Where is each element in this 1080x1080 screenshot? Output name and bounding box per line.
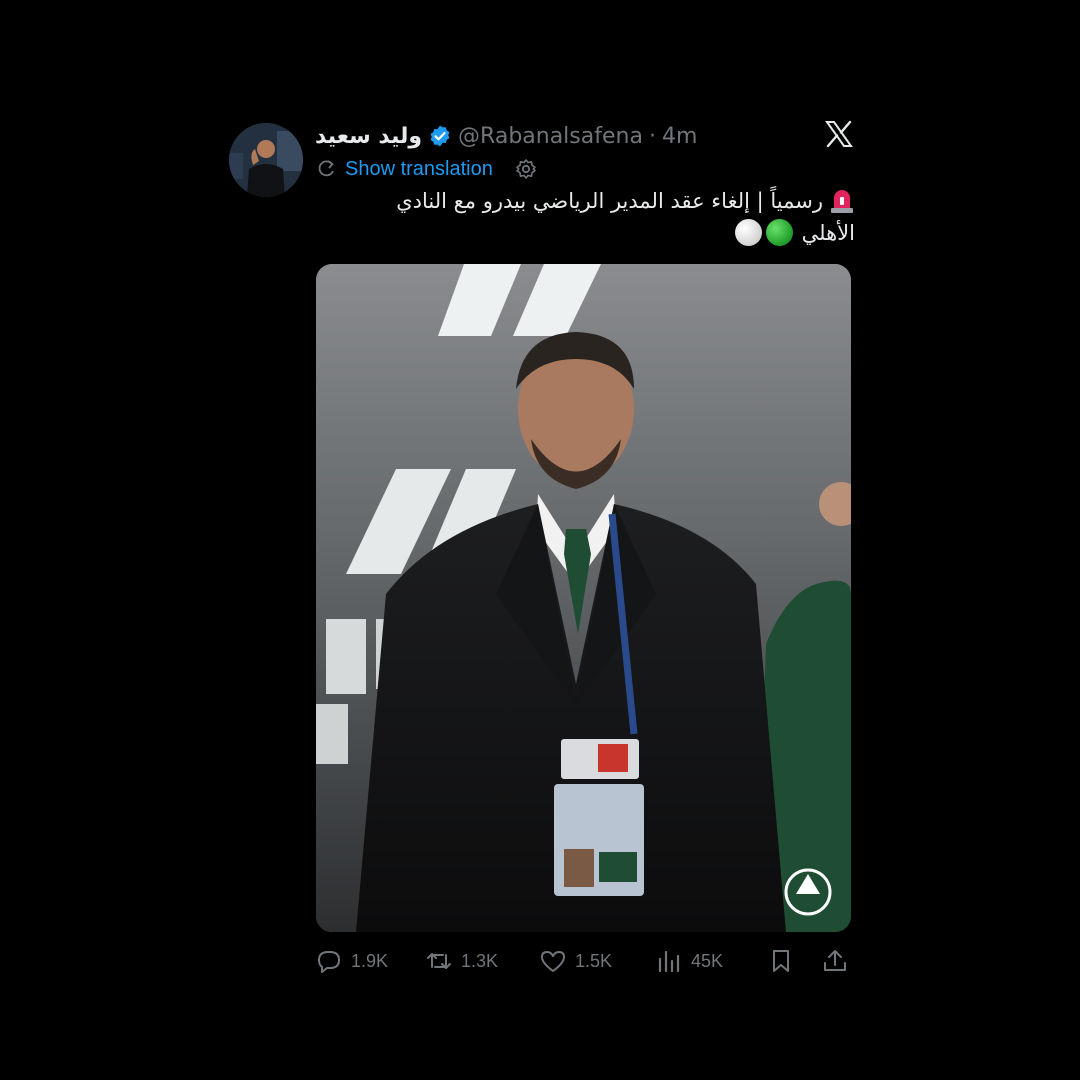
- tweet-text-line-2: الأهلي: [315, 217, 855, 249]
- user-handle[interactable]: @Rabanalsafena: [458, 124, 643, 149]
- avatar[interactable]: [229, 123, 303, 197]
- tweet-actions-bar: 1.9K 1.3K 1.5K 45K: [315, 945, 855, 977]
- share-button[interactable]: [821, 947, 849, 975]
- green-circle-emoji-icon: [765, 219, 793, 246]
- tweet-text-line-1: رسمياً | إلغاء عقد المدير الرياضي بيدرو …: [315, 185, 855, 217]
- x-logo-icon[interactable]: [824, 119, 854, 149]
- tweet-text: رسمياً | إلغاء عقد المدير الرياضي بيدرو …: [315, 185, 855, 249]
- translation-row: Show translation: [315, 154, 537, 184]
- show-translation-link[interactable]: Show translation: [345, 158, 493, 181]
- like-button[interactable]: 1.5K: [539, 947, 612, 975]
- display-name[interactable]: وليد سعيد: [315, 124, 422, 149]
- tweet-header: وليد سعيد @Rabanalsafena · 4m: [315, 119, 855, 153]
- translate-icon: [315, 158, 337, 180]
- reply-count: 1.9K: [351, 950, 389, 971]
- bookmark-button[interactable]: [767, 947, 795, 975]
- gear-icon[interactable]: [515, 158, 537, 180]
- bookmark-icon: [767, 947, 795, 975]
- retweet-count: 1.3K: [461, 950, 499, 971]
- like-count: 1.5K: [575, 950, 613, 971]
- views-button[interactable]: 45K: [655, 947, 723, 975]
- reply-button[interactable]: 1.9K: [315, 947, 388, 975]
- retweet-icon: [425, 947, 453, 975]
- reply-icon: [315, 947, 343, 975]
- tweet-line-1-text: رسمياً | إلغاء عقد المدير الرياضي بيدرو …: [396, 189, 823, 213]
- views-count: 45K: [691, 950, 724, 971]
- tweet-line-2-text: الأهلي: [801, 221, 855, 245]
- white-circle-emoji-icon: [734, 219, 762, 246]
- verified-badge-icon: [428, 124, 452, 148]
- tweet-photo[interactable]: [316, 264, 851, 932]
- heart-icon: [539, 947, 567, 975]
- retweet-button[interactable]: 1.3K: [425, 947, 498, 975]
- post-time[interactable]: 4m: [662, 124, 697, 149]
- siren-emoji-icon: [829, 186, 855, 214]
- share-icon: [821, 947, 849, 975]
- views-icon: [655, 947, 683, 975]
- tweet-card: وليد سعيد @Rabanalsafena · 4m Show trans…: [229, 115, 855, 985]
- separator-dot: ·: [648, 123, 656, 149]
